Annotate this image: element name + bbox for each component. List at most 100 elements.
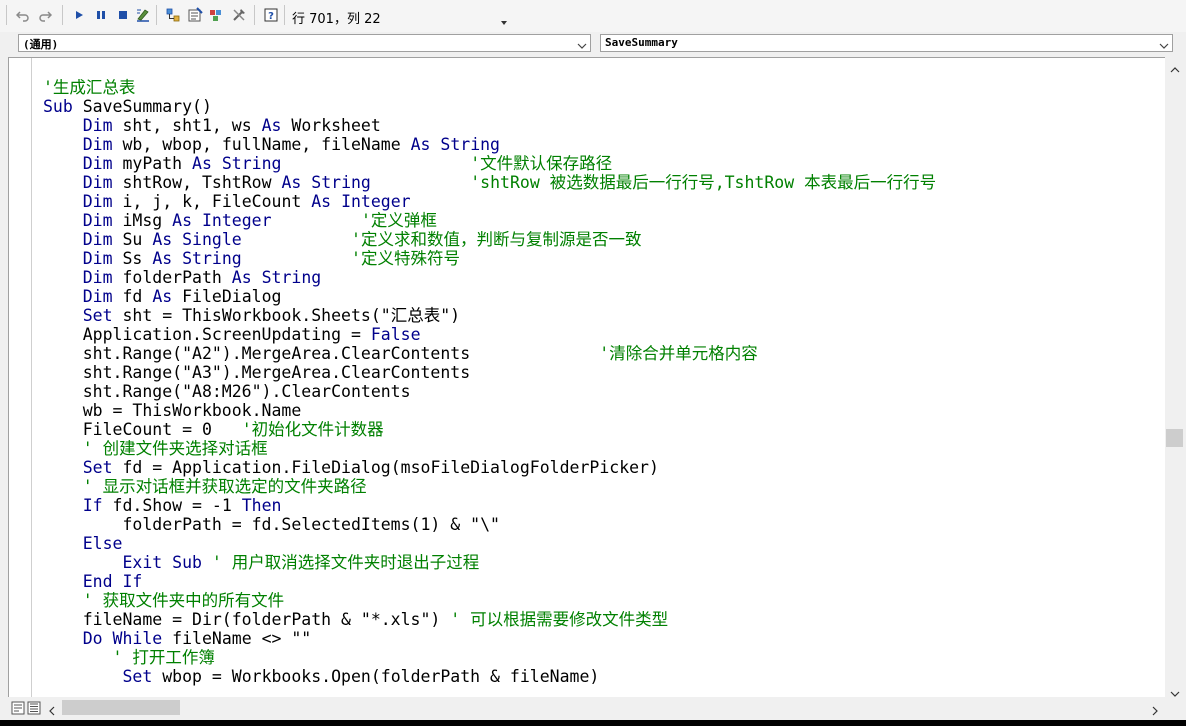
code-line[interactable]: folderPath = fd.SelectedItems(1) & "\": [43, 515, 936, 534]
code-comment: ' 可以根据需要修改文件类型: [450, 610, 669, 629]
code-token: fd.Show = -1: [102, 496, 242, 515]
scroll-left-icon[interactable]: [48, 703, 56, 721]
object-browser-icon[interactable]: [208, 6, 226, 24]
horizontal-scroll-thumb[interactable]: [62, 700, 180, 715]
redo-icon[interactable]: [36, 6, 54, 24]
procedure-view-icon[interactable]: [11, 701, 25, 720]
code-line[interactable]: fileName = Dir(folderPath & "*.xls") ' 可…: [43, 610, 936, 629]
code-line[interactable]: sht.Range("A2").MergeArea.ClearContents …: [43, 344, 936, 363]
code-keyword: Integer: [201, 211, 272, 230]
code-line[interactable]: Dim i, j, k, FileCount As Integer: [43, 192, 936, 211]
code-line[interactable]: Dim shtRow, TshtRow As String 'shtRow 被选…: [43, 173, 936, 192]
code-line[interactable]: '生成汇总表: [43, 78, 936, 97]
code-line[interactable]: Do While fileName <> "": [43, 629, 936, 648]
toolbar-separator: [62, 5, 63, 25]
chevron-down-icon[interactable]: [1159, 38, 1169, 56]
code-line[interactable]: Dim Ss As String '定义特殊符号: [43, 249, 936, 268]
code-line[interactable]: End If: [43, 572, 936, 591]
code-line[interactable]: Set wbop = Workbooks.Open(folderPath & f…: [43, 667, 936, 686]
code-keyword: If: [82, 496, 103, 515]
properties-icon[interactable]: [186, 6, 204, 24]
cursor-position-text: 行 701，列 22: [292, 12, 381, 27]
full-module-view-icon[interactable]: [27, 701, 41, 720]
scroll-right-icon[interactable]: [1151, 703, 1159, 721]
design-mode-icon[interactable]: [134, 6, 152, 24]
code-line[interactable]: Dim folderPath As String: [43, 268, 936, 287]
vertical-scrollbar[interactable]: [1165, 57, 1186, 697]
code-keyword: Integer: [341, 192, 411, 211]
code-line[interactable]: If fd.Show = -1 Then: [43, 496, 936, 515]
scroll-up-icon[interactable]: [1170, 61, 1180, 79]
pause-icon[interactable]: [92, 6, 110, 24]
code-line[interactable]: Dim myPath As String '文件默认保存路径: [43, 154, 936, 173]
help-icon[interactable]: ?: [262, 6, 280, 24]
stop-icon[interactable]: [114, 6, 132, 24]
code-line[interactable]: Dim iMsg As Integer '定义弹框: [43, 211, 936, 230]
code-line[interactable]: Dim sht, sht1, ws As Worksheet: [43, 116, 936, 135]
code-line[interactable]: sht.Range("A3").MergeArea.ClearContents: [43, 363, 936, 382]
code-keyword: As: [152, 287, 173, 306]
project-explorer-icon[interactable]: [164, 6, 182, 24]
code-token: Ss: [112, 249, 153, 268]
code-editor[interactable]: '生成汇总表 Sub SaveSummary() Dim sht, sht1, w…: [8, 57, 1165, 698]
bottom-bar: [0, 697, 1186, 720]
svg-text:?: ?: [268, 11, 274, 22]
code-text[interactable]: '生成汇总表 Sub SaveSummary() Dim sht, sht1, w…: [43, 78, 936, 686]
code-line[interactable]: ' 打开工作簿: [43, 648, 936, 667]
code-keyword: As: [261, 116, 282, 135]
chevron-down-icon[interactable]: [577, 38, 587, 56]
code-comment: '清除合并单元格内容: [599, 344, 758, 363]
code-token: FileDialog: [172, 287, 282, 306]
toolbar-dropdown-icon[interactable]: [500, 13, 508, 31]
code-keyword: Dim: [82, 230, 113, 249]
code-line[interactable]: ' 创建文件夹选择对话框: [43, 439, 936, 458]
code-line[interactable]: Set fd = Application.FileDialog(msoFileD…: [43, 458, 936, 477]
code-token: fd = Application.FileDialog(msoFileDialo…: [112, 458, 659, 477]
code-line[interactable]: ' 获取文件夹中的所有文件: [43, 591, 936, 610]
code-line[interactable]: Dim wb, wbop, fullName, fileName As Stri…: [43, 135, 936, 154]
code-line[interactable]: FileCount = 0 '初始化文件计数器: [43, 420, 936, 439]
code-line[interactable]: Application.ScreenUpdating = False: [43, 325, 936, 344]
code-line[interactable]: Exit Sub ' 用户取消选择文件夹时退出子过程: [43, 553, 936, 572]
code-keyword: String: [440, 135, 500, 154]
vertical-scroll-thumb[interactable]: [1166, 429, 1183, 447]
code-keyword: String: [221, 154, 282, 173]
code-keyword: Dim: [82, 211, 113, 230]
code-keyword: Dim: [82, 135, 113, 154]
toolbox-icon[interactable]: [230, 6, 248, 24]
code-token: myPath: [112, 154, 193, 173]
undo-icon[interactable]: [14, 6, 32, 24]
object-combo[interactable]: (通用): [18, 34, 591, 52]
code-line[interactable]: Dim Su As Single '定义求和数值，判断与复制源是否一致: [43, 230, 936, 249]
code-token: fileName = Dir(folderPath & "*.xls"): [43, 610, 451, 629]
code-token: Worksheet: [281, 116, 381, 135]
code-comment: ' 获取文件夹中的所有文件: [82, 591, 285, 610]
code-token: fd: [112, 287, 153, 306]
code-keyword: As: [172, 211, 193, 230]
code-line[interactable]: Set sht = ThisWorkbook.Sheets("汇总表"): [43, 306, 936, 325]
code-line[interactable]: ' 显示对话框并获取选定的文件夹路径: [43, 477, 936, 496]
code-line[interactable]: Sub SaveSummary(): [43, 97, 936, 116]
run-icon[interactable]: [70, 6, 88, 24]
code-keyword: As: [281, 173, 302, 192]
code-line[interactable]: Dim fd As FileDialog: [43, 287, 936, 306]
margin-indicator-bar[interactable]: [9, 58, 32, 698]
procedure-combo[interactable]: SaveSummary: [600, 34, 1173, 52]
code-keyword: Else: [82, 534, 123, 553]
code-line[interactable]: sht.Range("A8:M26").ClearContents: [43, 382, 936, 401]
code-line[interactable]: Else: [43, 534, 936, 553]
toolbar: ? 行 701，列 22: [0, 0, 1186, 33]
code-line[interactable]: wb = ThisWorkbook.Name: [43, 401, 936, 420]
